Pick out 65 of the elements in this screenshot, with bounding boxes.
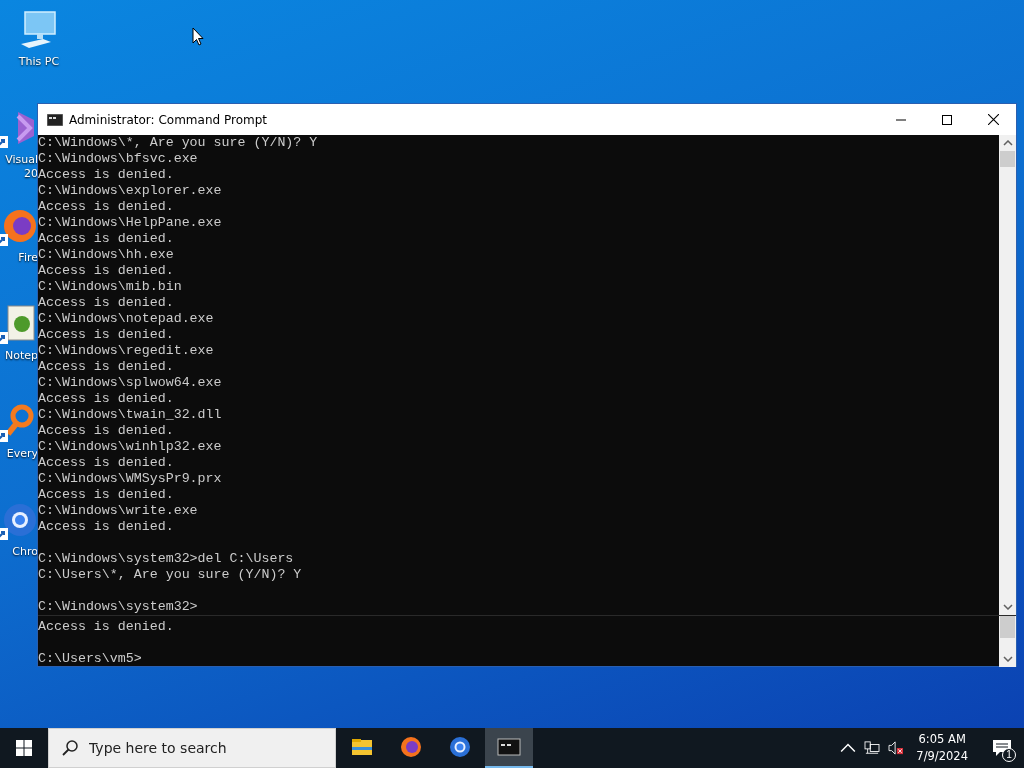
scroll-down-icon[interactable] xyxy=(1002,656,1013,662)
speaker-muted-icon[interactable] xyxy=(888,741,905,755)
console-line: C:\Windows\system32>del C:\Users xyxy=(38,551,294,567)
scroll-thumb[interactable] xyxy=(1000,151,1015,167)
console-line: C:\Windows\WMSysPr9.prx xyxy=(38,471,222,487)
console-line: C:\Windows\hh.exe xyxy=(38,247,174,263)
console-line: Access is denied. xyxy=(38,231,174,247)
scroll-down-icon[interactable] xyxy=(1002,604,1013,610)
console-line: Access is denied. xyxy=(38,423,174,439)
close-icon xyxy=(987,114,999,125)
console-line: Access is denied. xyxy=(38,295,174,311)
notification-count: 1 xyxy=(1002,748,1016,762)
console-line: C:\Windows\write.exe xyxy=(38,503,198,519)
console-line: C:\Windows\*, Are you sure (Y/N)? Y xyxy=(38,135,318,151)
scrollbar[interactable] xyxy=(999,616,1016,667)
console-line: C:\Windows\system32> xyxy=(38,599,198,615)
notepad-icon[interactable] xyxy=(0,302,38,346)
console-line: C:\Users\*, Are you sure (Y/N)? Y xyxy=(38,567,302,583)
console-line: C:\Windows\notepad.exe xyxy=(38,311,214,327)
console-line: Access is denied. xyxy=(38,327,174,343)
icon-label: Notep xyxy=(4,349,38,362)
search-box[interactable]: Type here to search xyxy=(48,728,336,768)
scrollbar[interactable] xyxy=(999,135,1016,615)
console-line: Access is denied. xyxy=(38,263,174,279)
console-line: C:\Windows\bfsvc.exe xyxy=(38,151,198,167)
icon-label: Visual xyxy=(5,153,38,167)
console-line: Access is denied. xyxy=(38,167,174,183)
console-line: Access is denied. xyxy=(38,359,174,375)
mouse-cursor-icon xyxy=(192,27,204,46)
console-line: Access is denied. xyxy=(38,199,174,215)
terminal-icon xyxy=(497,735,521,759)
clock-date[interactable]: 7/9/2024 xyxy=(916,748,968,765)
icon-label: Every xyxy=(6,447,38,461)
console-line: C:\Windows\mib.bin xyxy=(38,279,182,295)
chevron-up-icon[interactable] xyxy=(840,741,857,755)
window-title: Administrator: Command Prompt xyxy=(69,112,267,127)
icon-label: 20 xyxy=(24,167,38,181)
console-line: Access is denied. xyxy=(38,519,174,535)
icon-label: Chro xyxy=(12,545,38,558)
search-icon xyxy=(61,739,79,757)
console-line: C:\Windows\HelpPane.exe xyxy=(38,215,222,231)
console-line: Access is denied. xyxy=(38,455,174,471)
windows-logo-icon xyxy=(16,740,32,756)
console-line: C:\Windows\twain_32.dll xyxy=(38,407,222,423)
console-line: C:\Users\vm5> xyxy=(38,651,142,667)
notification-button[interactable]: 1 xyxy=(980,728,1024,768)
icon-label: Fire xyxy=(18,251,38,265)
scroll-up-icon[interactable] xyxy=(1002,140,1013,146)
taskbar-app-button[interactable] xyxy=(485,728,533,768)
console-line: C:\Windows\splwow64.exe xyxy=(38,375,222,391)
network-icon[interactable] xyxy=(864,741,881,755)
console-line: Access is denied. xyxy=(38,391,174,407)
icon-label: This PC xyxy=(18,55,60,69)
terminal-icon xyxy=(47,113,63,126)
fox-globe-icon xyxy=(399,735,423,759)
maximize-icon xyxy=(942,114,952,125)
console-line: C:\Windows\winhlp32.exe xyxy=(38,439,222,455)
scroll-thumb[interactable] xyxy=(1000,616,1015,638)
console-line: Access is denied. xyxy=(38,619,174,635)
console-line: C:\Windows\explorer.exe xyxy=(38,183,222,199)
circle-logo-icon xyxy=(448,735,472,759)
console-line: C:\Windows\regedit.exe xyxy=(38,343,214,358)
search-field[interactable]: Type here to search xyxy=(89,740,335,756)
clock-time[interactable]: 6:05 AM xyxy=(918,731,966,748)
console-line: Access is denied. xyxy=(38,487,174,503)
